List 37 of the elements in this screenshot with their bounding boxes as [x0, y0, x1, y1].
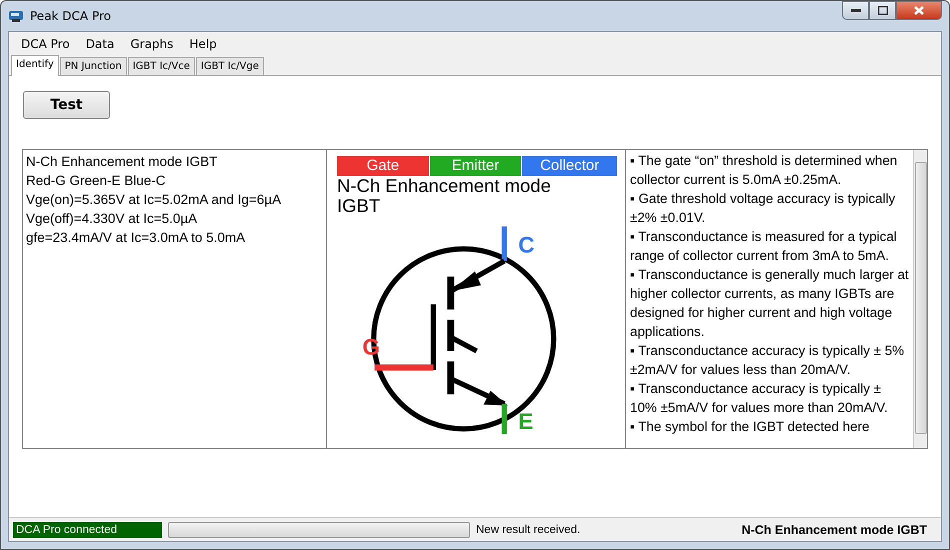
menu-item[interactable]: Help [181, 37, 225, 51]
app-icon [8, 9, 24, 23]
result-line: gfe=23.4mA/V at Ic=3.0mA to 5.0mA [26, 229, 246, 247]
legend-label: Gate [337, 156, 429, 176]
device-type: N-Ch Enhancement mode IGBT [742, 522, 927, 536]
close-button[interactable] [896, 1, 942, 20]
menu-item[interactable]: DCA Pro [13, 37, 78, 51]
tab[interactable]: Identify [11, 55, 59, 76]
symbol-title: N-Ch Enhancement mode IGBT [337, 176, 552, 216]
note-text: ▪ Transconductance is measured for a typical range of collector current from 3mA to 5mA. [630, 228, 898, 265]
test-button[interactable]: Test [23, 91, 110, 119]
maximize-button[interactable] [869, 1, 896, 20]
legend-label: Emitter [430, 156, 522, 176]
note-text: ▪ The symbol for the IGBT detected here [630, 418, 870, 436]
status-message: New result received. [476, 524, 580, 536]
menu-item[interactable]: Data [78, 37, 122, 51]
result-line: Vge(on)=5.365V at Ic=5.02mA and Ig=6µA [26, 191, 282, 209]
note-text: ▪ Transconductance accuracy is typically ± 5% ±2mA/V for values less than 20mA/V. [630, 342, 906, 379]
tab[interactable]: PN Junction [60, 57, 127, 75]
tab[interactable]: IGBT Ic/Vce [128, 57, 195, 75]
minimize-button[interactable] [842, 1, 869, 20]
connection-status: DCA Pro connected [13, 522, 162, 538]
note-text: ▪ Transconductance is generally much larger at higher collector currents, as many IGBTs are designed for higher current and high voltage applications. [630, 266, 910, 341]
legend-label: Collector [522, 156, 617, 176]
result-line: Vge(off)=4.330V at Ic=5.0µA [26, 210, 198, 228]
scrollbar[interactable] [913, 150, 927, 448]
result-line: Red-G Green-E Blue-C [26, 172, 167, 190]
maximize-icon [878, 6, 888, 15]
note-text: ▪ Gate threshold voltage accuracy is typically ±2% ±0.01V. [630, 190, 896, 227]
window-title: Peak DCA Pro [30, 9, 111, 23]
menu-item[interactable]: Graphs [122, 37, 182, 51]
tab[interactable]: IGBT Ic/Vge [196, 57, 264, 75]
close-icon [914, 6, 924, 15]
note-text: ▪ The gate “on” threshold is determined when collector current is 5.0mA ±0.25mA. [630, 152, 898, 189]
minimize-icon [850, 8, 860, 12]
note-text: ▪ Transconductance accuracy is typically ± 10% ±5mA/V for values more than 20mA/V. [630, 380, 889, 417]
result-line: N-Ch Enhancement mode IGBT [26, 153, 218, 171]
